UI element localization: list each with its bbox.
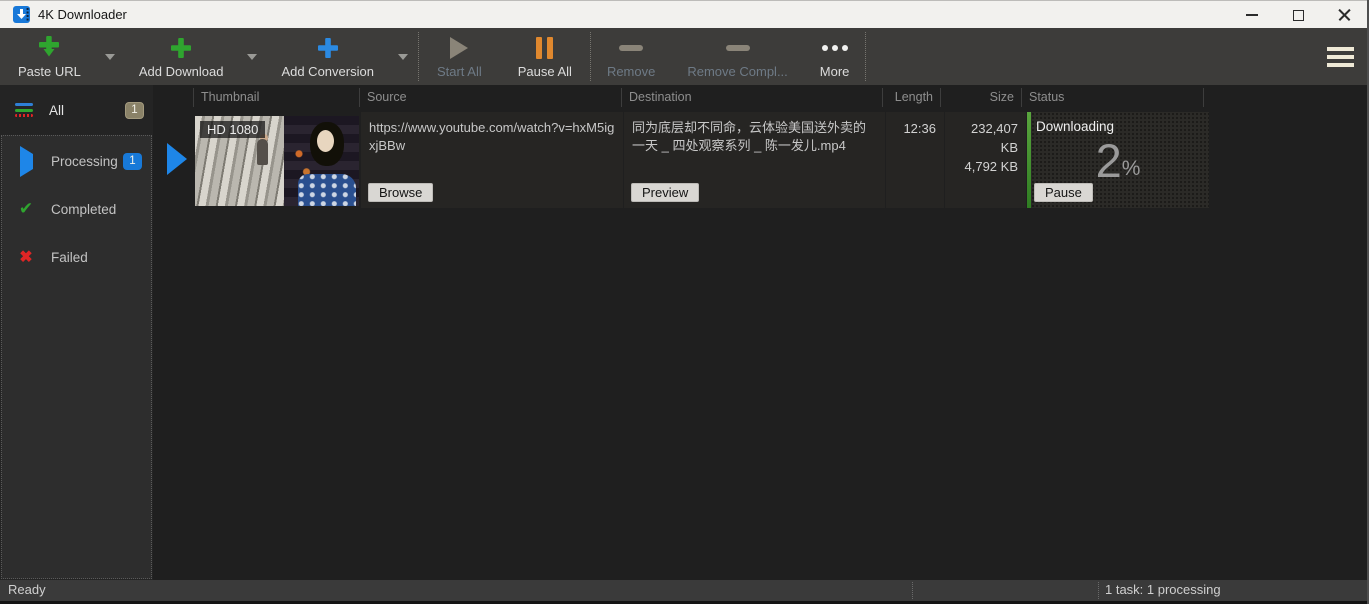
sidebar-item-label: Completed [51,202,116,217]
table-row[interactable]: HD 1080 https://www.youtube.com/watch?v=… [153,112,1362,208]
minimize-button[interactable] [1229,1,1275,29]
chevron-down-icon [398,54,408,60]
toolbar: Paste URL Add Download Add Conversion [0,28,1367,85]
sidebar-item-processing[interactable]: Processing 1 [2,144,151,178]
start-all-label: Start All [437,64,482,79]
remove-label: Remove [607,64,655,79]
chevron-down-icon [247,54,257,60]
add-conversion-icon [316,34,340,62]
maximize-button[interactable] [1275,1,1321,29]
thumbnail-cell: HD 1080 [194,112,360,208]
row-indicator-cell [153,112,193,208]
remove-completed-icon [726,34,750,62]
sidebar-item-all[interactable]: All 1 [0,93,153,127]
add-download-dropdown[interactable] [237,28,267,85]
maximize-icon [1293,10,1304,21]
processing-icon [14,154,38,169]
app-window: 4K Downloader Paste URL [0,0,1369,604]
add-conversion-label: Add Conversion [281,64,374,79]
sidebar-item-completed[interactable]: ✔ Completed [2,192,151,226]
start-all-button[interactable]: Start All [419,28,500,85]
chevron-down-icon [105,54,115,60]
column-end-spacer [1203,88,1367,107]
close-icon [1338,9,1351,22]
add-download-button[interactable]: Add Download [125,28,238,85]
more-icon [822,34,848,62]
destination-filename: 同为底层却不同命，云体验美国送外卖的一天 _ 四处观察系列 _ 陈一发儿.mp4 [624,112,885,155]
sidebar-item-label: Processing [51,154,118,169]
column-source[interactable]: Source [359,88,621,107]
downloads-table: Thumbnail Source Destination Length Size… [153,85,1367,580]
main-area: All 1 Processing 1 ✔ Completed ✖ Failed [0,85,1367,580]
column-destination[interactable]: Destination [621,88,882,107]
remove-button[interactable]: Remove [591,28,671,85]
column-status[interactable]: Status [1021,88,1203,107]
statusbar-separator [912,582,913,599]
add-conversion-dropdown[interactable] [388,28,418,85]
start-all-icon [450,34,468,62]
pause-button[interactable]: Pause [1034,183,1093,202]
add-conversion-button[interactable]: Add Conversion [267,28,388,85]
app-icon [13,6,30,23]
titlebar: 4K Downloader [0,0,1367,28]
toolbar-separator [865,32,866,81]
downloading-arrow-icon [167,143,187,175]
destination-cell: 同为底层却不同命，云体验美国送外卖的一天 _ 四处观察系列 _ 陈一发儿.mp4… [624,112,885,208]
paste-url-button[interactable]: Paste URL [4,28,95,85]
size-cell: 232,407 KB 4,792 KB [945,112,1026,208]
processing-count-badge: 1 [123,153,142,170]
sidebar-item-label: All [49,103,64,118]
minimize-icon [1246,14,1258,16]
pause-all-button[interactable]: Pause All [500,28,590,85]
add-download-icon [169,34,193,62]
all-filter-icon [12,101,36,120]
status-cell: Downloading 2 % Pause [1027,112,1209,208]
more-label: More [820,64,850,79]
quality-badge: HD 1080 [200,121,265,138]
sidebar-panel: Processing 1 ✔ Completed ✖ Failed [1,135,152,579]
all-count-badge: 1 [125,102,144,119]
progress-value: 2 [1096,137,1122,184]
menu-icon [1327,47,1354,51]
column-length[interactable]: Length [882,88,940,107]
failed-icon: ✖ [14,247,38,267]
sidebar-item-failed[interactable]: ✖ Failed [2,240,151,274]
size-downloaded: 4,792 KB [953,157,1018,176]
menu-button[interactable] [1327,47,1354,71]
remove-completed-label: Remove Compl... [687,64,787,79]
statusbar-separator [1098,582,1099,599]
video-thumbnail: HD 1080 [195,116,359,206]
sidebar-item-label: Failed [51,250,88,265]
pause-all-icon [536,34,553,62]
source-cell: https://www.youtube.com/watch?v=hxM5igxj… [361,112,623,208]
paste-url-dropdown[interactable] [95,28,125,85]
close-button[interactable] [1321,1,1367,29]
paste-url-label: Paste URL [18,64,81,79]
browse-button[interactable]: Browse [368,183,433,202]
statusbar: Ready 1 task: 1 processing [0,580,1367,601]
window-title: 4K Downloader [38,7,127,22]
pause-all-label: Pause All [518,64,572,79]
more-button[interactable]: More [804,28,866,85]
source-url: https://www.youtube.com/watch?v=hxM5igxj… [361,112,623,155]
task-summary-text: 1 task: 1 processing [1105,582,1221,597]
column-size[interactable]: Size [940,88,1021,107]
length-cell: 12:36 [886,112,944,208]
size-total: 232,407 KB [953,119,1018,157]
column-indicator [153,88,193,107]
remove-completed-button[interactable]: Remove Compl... [671,28,803,85]
column-thumbnail[interactable]: Thumbnail [193,88,359,107]
status-ready-text: Ready [8,582,46,597]
add-download-label: Add Download [139,64,224,79]
sidebar: All 1 Processing 1 ✔ Completed ✖ Failed [0,85,153,580]
paste-url-icon [37,34,61,62]
progress-unit: % [1122,157,1141,181]
remove-icon [619,34,643,62]
table-header: Thumbnail Source Destination Length Size… [153,85,1367,110]
preview-button[interactable]: Preview [631,183,699,202]
completed-icon: ✔ [14,199,38,219]
